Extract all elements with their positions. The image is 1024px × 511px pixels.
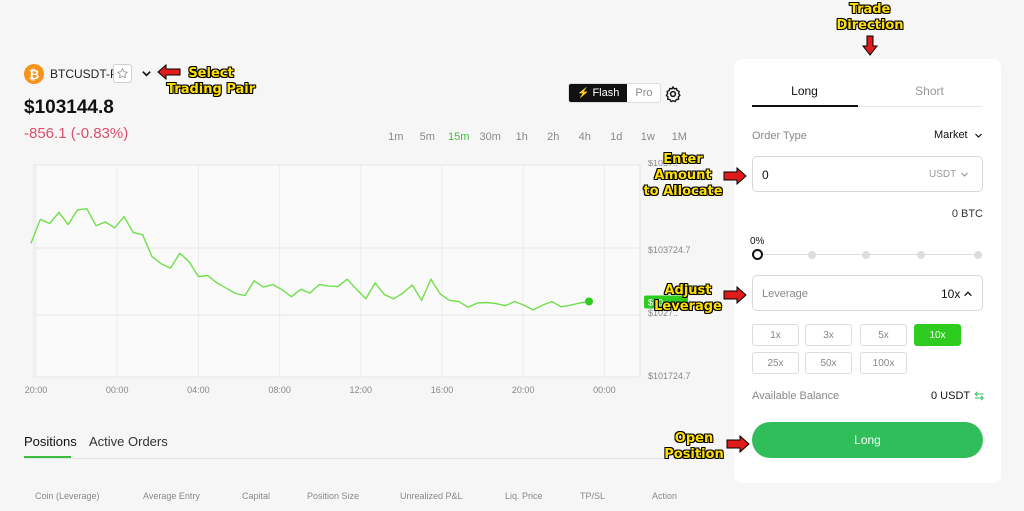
annotation-trade-direction: Trade Direction [836,2,904,33]
annotation-adjust-leverage: Adjust Leverage [654,283,722,314]
arrow-down-icon [861,35,879,56]
annotation-open-position: Open Position [664,431,724,462]
annotation-select-pair: Select Trading Pair [166,66,256,97]
annotation-enter-amount: Enter Amount to Allocate [643,152,723,199]
annotation-arrows [157,35,879,454]
